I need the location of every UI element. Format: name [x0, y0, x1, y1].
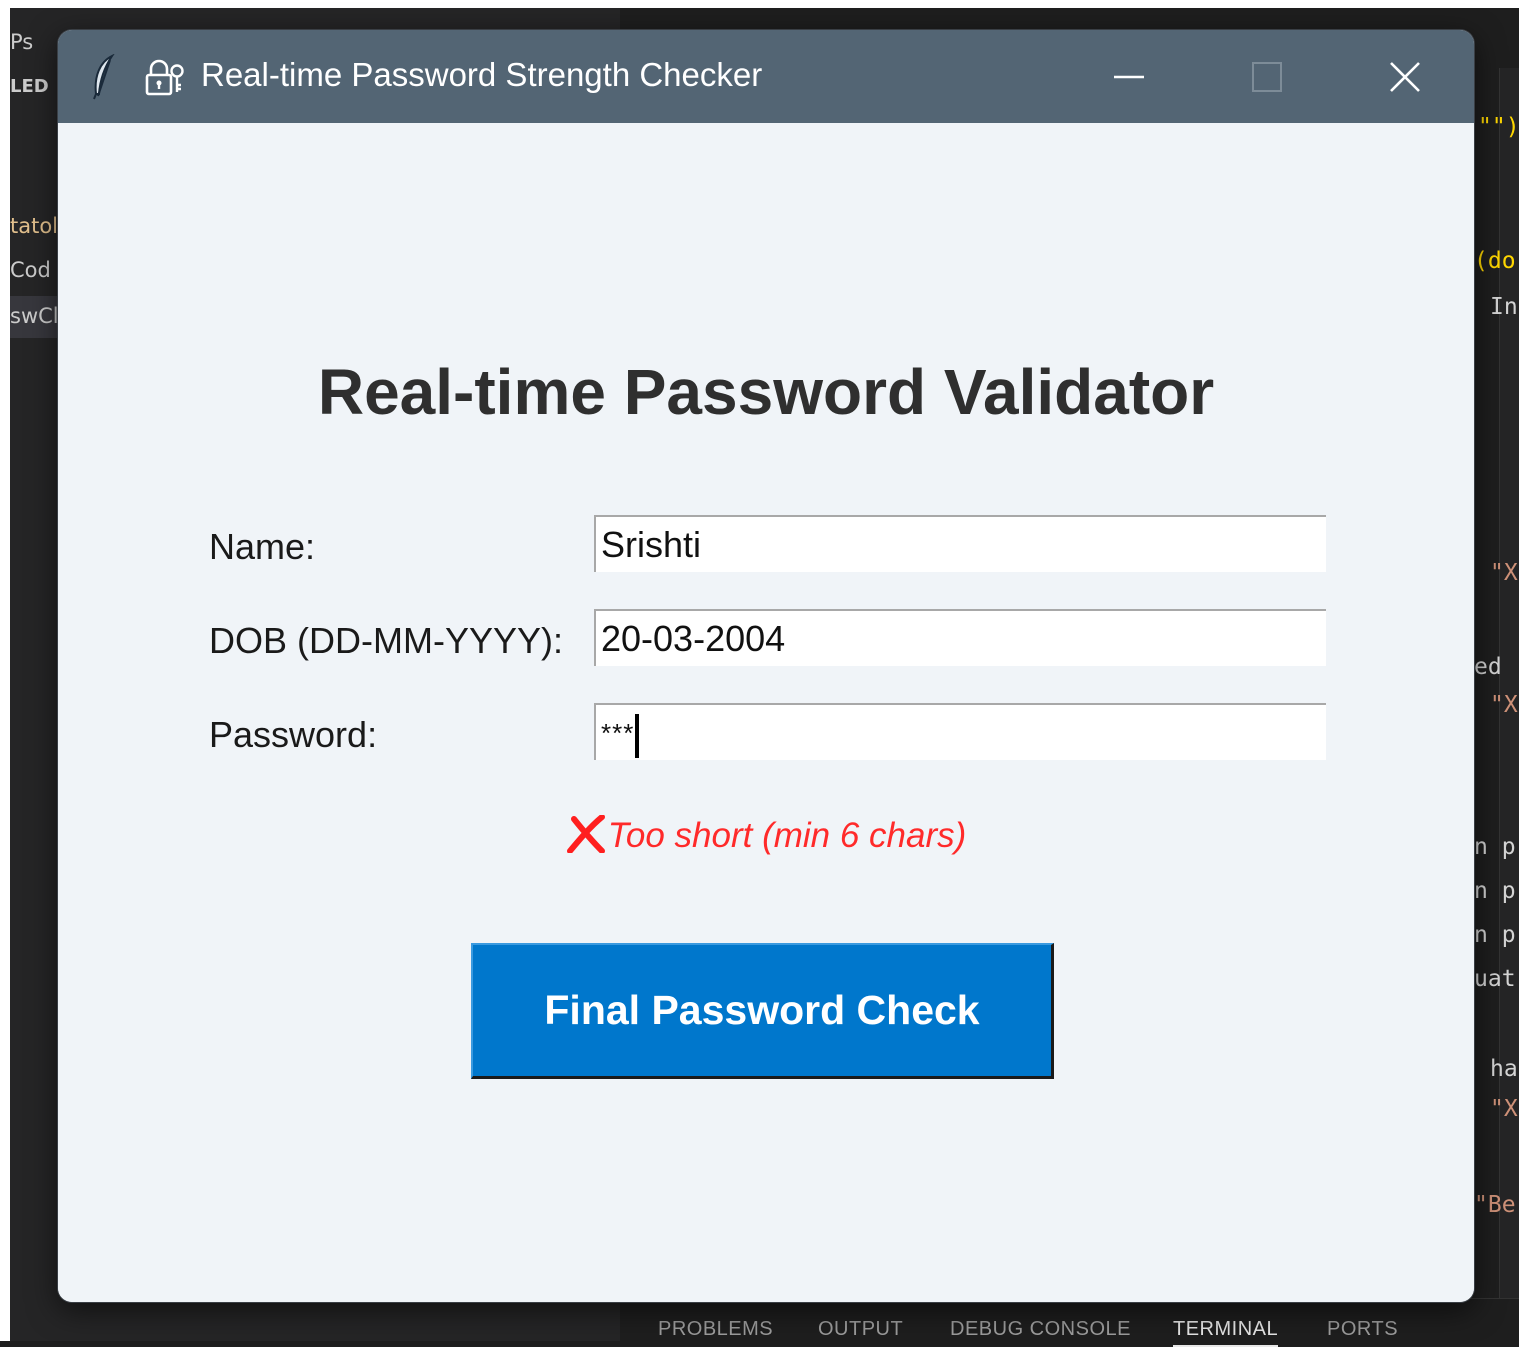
- minimize-button[interactable]: [1060, 30, 1198, 123]
- close-icon: [1390, 62, 1420, 92]
- lock-icon: [145, 59, 184, 96]
- code-fragment: In: [1490, 294, 1518, 320]
- final-password-check-button[interactable]: Final Password Check: [471, 943, 1054, 1079]
- cross-mark-icon: [566, 815, 605, 853]
- title-bar[interactable]: Real-time Password Strength Checker: [58, 30, 1474, 123]
- name-label: Name:: [209, 526, 316, 567]
- dob-label: DOB (DD-MM-YYYY):: [209, 620, 563, 661]
- code-fragment: uat: [1474, 966, 1516, 992]
- password-value: ***: [601, 718, 635, 748]
- code-fragment: "X: [1490, 560, 1518, 586]
- screen-edge-left: [0, 8, 10, 1341]
- text-caret: [635, 714, 640, 758]
- code-fragment: n p: [1474, 878, 1516, 904]
- code-fragment: n p: [1474, 834, 1516, 860]
- maximize-icon: [1252, 62, 1282, 92]
- dob-field[interactable]: 20-03-2004: [594, 609, 1326, 666]
- status-text: Too short (min 6 chars): [607, 816, 967, 855]
- sidebar-item[interactable]: Cod: [10, 258, 51, 282]
- code-fragment: ed: [1474, 654, 1502, 680]
- form-panel: Real-time Password Validator Name: Srish…: [58, 123, 1474, 1302]
- code-fragment: ""): [1478, 114, 1519, 140]
- sidebar-item[interactable]: Ps: [10, 30, 33, 54]
- tab-terminal[interactable]: TERMINAL: [1173, 1318, 1279, 1347]
- code-fragment: (do: [1474, 248, 1516, 274]
- tab-ports[interactable]: PORTS: [1327, 1318, 1398, 1341]
- code-fragment: n p: [1474, 922, 1516, 948]
- code-fragment: "X: [1490, 692, 1518, 718]
- tab-output[interactable]: OUTPUT: [818, 1318, 903, 1341]
- password-field[interactable]: ***: [594, 703, 1326, 760]
- code-fragment: "Be: [1474, 1192, 1516, 1218]
- maximize-button[interactable]: [1198, 30, 1336, 123]
- password-label: Password:: [209, 714, 378, 755]
- sidebar-item[interactable]: swCl: [10, 304, 59, 328]
- close-button[interactable]: [1336, 30, 1474, 123]
- code-fragment: ha: [1490, 1056, 1518, 1082]
- minimize-icon: [1114, 75, 1144, 79]
- app-window: Real-time Password Strength Checker Real…: [58, 30, 1474, 1302]
- sidebar-item[interactable]: LED: [10, 76, 49, 97]
- sidebar-item[interactable]: tatol: [10, 214, 58, 238]
- code-fragment: "X: [1490, 1096, 1518, 1122]
- tab-debug-console[interactable]: DEBUG CONSOLE: [950, 1318, 1131, 1341]
- name-field[interactable]: Srishti: [594, 515, 1326, 572]
- window-title: Real-time Password Strength Checker: [201, 56, 763, 93]
- page-title: Real-time Password Validator: [317, 356, 1215, 428]
- feather-icon: [93, 54, 115, 100]
- password-status-message: Too short (min 6 chars): [58, 815, 1474, 856]
- tab-problems[interactable]: PROBLEMS: [658, 1318, 773, 1341]
- screen-edge: [0, 0, 1519, 8]
